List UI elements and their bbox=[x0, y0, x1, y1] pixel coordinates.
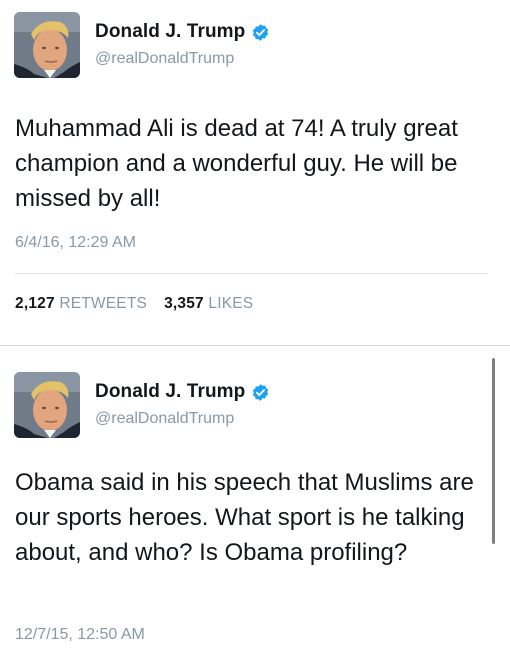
retweets-count[interactable]: 2,127 bbox=[15, 295, 55, 312]
avatar[interactable] bbox=[14, 12, 80, 78]
tweet-text: Muhammad Ali is dead at 74! A truly grea… bbox=[15, 115, 458, 212]
avatar-photo bbox=[14, 12, 80, 78]
author-row: Donald J. Trump bbox=[95, 381, 270, 403]
tweet-timestamp[interactable]: 6/4/16, 12:29 AM bbox=[15, 234, 136, 252]
author-row: Donald J. Trump bbox=[95, 21, 270, 43]
scrollbar[interactable] bbox=[492, 358, 495, 544]
tweet-screenshot: Donald J. Trump @realDonaldTrump Muhamma… bbox=[0, 0, 510, 662]
tweet-timestamp[interactable]: 12/7/15, 12:50 AM bbox=[15, 626, 145, 644]
avatar-photo bbox=[14, 372, 80, 438]
user-handle[interactable]: @realDonaldTrump bbox=[95, 50, 234, 68]
verified-badge-icon bbox=[253, 383, 269, 401]
user-handle[interactable]: @realDonaldTrump bbox=[95, 410, 234, 428]
retweets-label[interactable]: RETWEETS bbox=[59, 295, 147, 312]
likes-label[interactable]: LIKES bbox=[208, 295, 253, 312]
tweet-card[interactable]: Donald J. Trump @realDonaldTrump Obama s… bbox=[0, 352, 510, 662]
engagement-stats: 2,127 RETWEETS 3,357 LIKES bbox=[15, 295, 253, 313]
verified-badge-icon bbox=[253, 23, 269, 41]
display-name[interactable]: Donald J. Trump bbox=[95, 21, 245, 43]
divider bbox=[15, 273, 488, 274]
avatar[interactable] bbox=[14, 372, 80, 438]
tweet-text: Obama said in his speech that Muslims ar… bbox=[15, 469, 474, 566]
display-name[interactable]: Donald J. Trump bbox=[95, 381, 245, 403]
likes-count[interactable]: 3,357 bbox=[164, 295, 204, 312]
tweet-card[interactable]: Donald J. Trump @realDonaldTrump Muhamma… bbox=[0, 0, 510, 345]
